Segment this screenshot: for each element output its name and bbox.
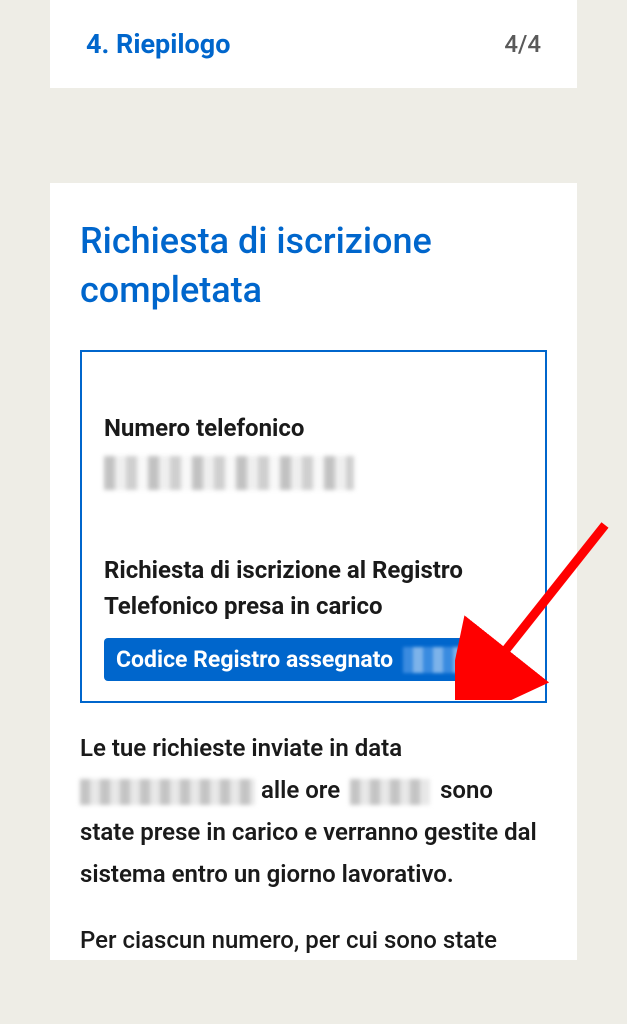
page-title: Richiesta di iscrizione completata (80, 217, 547, 314)
phone-value-redacted (104, 456, 354, 490)
phone-label: Numero telefonico (104, 414, 523, 442)
code-label: Codice Registro assegnato (116, 646, 393, 673)
time-redacted (350, 779, 430, 805)
text-fragment: Le tue richieste inviate in data (80, 734, 402, 762)
secondary-text: Per ciascun numero, per cui sono state (80, 921, 547, 959)
step-header: 4. Riepilogo 4/4 (50, 0, 577, 88)
request-status: Richiesta di iscrizione al Registro Tele… (104, 552, 523, 624)
text-fragment: alle ore (261, 776, 340, 804)
code-badge: Codice Registro assegnato (104, 638, 485, 681)
date-redacted (80, 779, 255, 805)
confirmation-text: Le tue richieste inviate in data alle or… (80, 727, 547, 895)
confirmation-card: Richiesta di iscrizione completata Numer… (50, 183, 577, 960)
code-value-redacted (403, 647, 473, 673)
step-title: 4. Riepilogo (86, 28, 230, 60)
step-count: 4/4 (504, 30, 541, 58)
info-box: Numero telefonico Richiesta di iscrizion… (80, 350, 547, 703)
